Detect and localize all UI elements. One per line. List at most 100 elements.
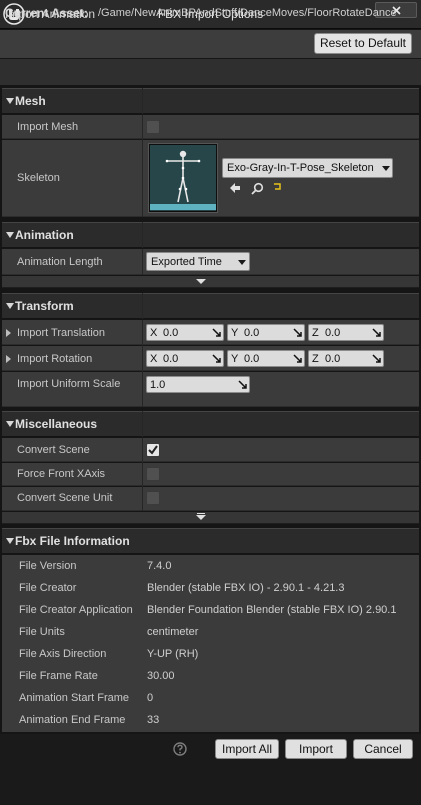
- fbx-info-row: File Creator Application Blender Foundat…: [2, 599, 419, 621]
- fbx-info-row: Animation Start Frame 0: [2, 687, 419, 709]
- drag-grip-icon: [372, 354, 381, 363]
- fbx-info-value: 33: [147, 714, 160, 726]
- expand-advanced-icon: [196, 279, 206, 284]
- import-mesh-row: Import Mesh: [2, 115, 419, 139]
- current-asset-row: [0, 59, 421, 85]
- fbx-info-label: File Units: [19, 626, 65, 638]
- category-miscellaneous-label: Miscellaneous: [15, 417, 98, 431]
- category-fbx-file-information-label: Fbx File Information: [15, 534, 130, 548]
- category-animation[interactable]: Animation: [2, 222, 419, 248]
- fbx-info-label: File Version: [19, 560, 77, 572]
- skeleton-row: Skeleton Exo-Gray-In-T-Pose_Skeleton: [2, 140, 419, 217]
- animation-length-value: Exported Time: [151, 256, 222, 268]
- column-divider[interactable]: [142, 320, 143, 407]
- fbx-info-value: Blender Foundation Blender (stable FBX I…: [147, 604, 397, 616]
- fbx-info-row: File Units centimeter: [2, 621, 419, 643]
- import-mesh-label: Import Mesh: [17, 121, 79, 133]
- category-fbx-file-information[interactable]: Fbx File Information: [2, 528, 419, 554]
- fbx-info-value: 30.00: [147, 670, 175, 682]
- collapse-arrow-icon: [6, 98, 14, 104]
- uniform-scale-field[interactable]: 1.0: [146, 376, 250, 393]
- import-translation-label: Import Translation: [17, 327, 106, 339]
- column-divider: [142, 222, 143, 248]
- fbx-info-value: 7.4.0: [147, 560, 172, 572]
- fbx-info-row: Animation End Frame 33: [2, 709, 419, 731]
- fbx-info-panel: File Version 7.4.0 File Creator Blender …: [2, 555, 419, 732]
- browse-search-icon[interactable]: [251, 182, 264, 195]
- help-icon[interactable]: [173, 742, 187, 756]
- category-animation-label: Animation: [15, 228, 74, 242]
- translation-x-field[interactable]: X 0.0: [146, 324, 224, 341]
- skeleton-label: Skeleton: [17, 172, 60, 184]
- fbx-info-label: Animation End Frame: [19, 714, 126, 726]
- expand-row-icon[interactable]: [6, 329, 11, 337]
- fbx-info-value: centimeter: [147, 626, 199, 638]
- reset-arrow-icon[interactable]: [273, 182, 282, 192]
- column-divider[interactable]: [142, 115, 143, 217]
- animation-length-row: Animation Length Exported Time: [2, 249, 419, 275]
- fbx-info-label: File Axis Direction: [19, 648, 107, 660]
- fbx-info-value: 0: [147, 692, 154, 704]
- drag-grip-icon: [238, 380, 247, 389]
- fbx-info-row: File Frame Rate 30.00: [2, 665, 419, 687]
- category-transform-label: Transform: [15, 299, 74, 313]
- import-mesh-checkbox[interactable]: [146, 120, 160, 134]
- rotation-x-field[interactable]: X 0.0: [146, 350, 224, 367]
- advanced-expander-miscellaneous[interactable]: [2, 512, 419, 524]
- convert-scene-unit-checkbox[interactable]: [146, 491, 160, 505]
- force-front-xaxis-label: Force Front XAxis: [17, 468, 106, 480]
- column-divider[interactable]: [142, 438, 143, 511]
- chevron-down-icon: [382, 166, 390, 171]
- expand-line-icon: [197, 513, 205, 514]
- collapse-arrow-icon: [6, 538, 14, 544]
- chevron-down-icon: [238, 260, 246, 265]
- rotation-y-field[interactable]: Y 0.0: [227, 350, 305, 367]
- fbx-info-label: File Creator: [19, 582, 77, 594]
- column-divider: [142, 411, 143, 437]
- force-front-xaxis-checkbox[interactable]: [146, 467, 160, 481]
- column-divider: [142, 88, 143, 114]
- import-translation-row: Import Translation X 0.0 Y 0.0 Z 0.0: [2, 320, 419, 345]
- animation-length-combo[interactable]: Exported Time: [146, 252, 250, 271]
- fbx-info-label: File Creator Application: [19, 604, 133, 616]
- translation-z-field[interactable]: Z 0.0: [308, 324, 384, 341]
- cancel-button[interactable]: Cancel: [353, 739, 413, 759]
- convert-scene-unit-row: Convert Scene Unit: [2, 487, 419, 511]
- column-divider: [142, 293, 143, 319]
- convert-scene-label: Convert Scene: [17, 444, 90, 456]
- checkmark-icon: [148, 445, 158, 455]
- convert-scene-checkbox[interactable]: [146, 443, 160, 457]
- category-mesh-label: Mesh: [15, 94, 46, 108]
- skeleton-thumbnail[interactable]: [148, 143, 218, 213]
- skeleton-combo[interactable]: Exo-Gray-In-T-Pose_Skeleton: [222, 158, 393, 178]
- fbx-info-value: Y-UP (RH): [147, 648, 199, 660]
- skeleton-combo-value: Exo-Gray-In-T-Pose_Skeleton: [227, 162, 374, 174]
- drag-grip-icon: [372, 328, 381, 337]
- fbx-info-row: File Axis Direction Y-UP (RH): [2, 643, 419, 665]
- column-divider[interactable]: [142, 249, 143, 275]
- import-uniform-scale-label: Import Uniform Scale: [17, 378, 121, 390]
- expand-row-icon[interactable]: [6, 355, 11, 363]
- translation-y-field[interactable]: Y 0.0: [227, 324, 305, 341]
- fbx-info-row: File Creator Blender (stable FBX IO) - 2…: [2, 577, 419, 599]
- category-miscellaneous[interactable]: Miscellaneous: [2, 411, 419, 437]
- use-selected-arrow-icon[interactable]: [229, 182, 241, 194]
- category-mesh[interactable]: Mesh: [2, 88, 419, 114]
- import-rotation-row: Import Rotation X 0.0 Y 0.0 Z 0.0: [2, 346, 419, 371]
- fbx-info-label: File Frame Rate: [19, 670, 98, 682]
- advanced-expander-animation[interactable]: [2, 276, 419, 288]
- force-front-xaxis-row: Force Front XAxis: [2, 463, 419, 486]
- import-rotation-label: Import Rotation: [17, 353, 93, 365]
- current-asset-label: Current Asset:: [5, 6, 88, 20]
- import-all-button[interactable]: Import All: [215, 739, 279, 759]
- drag-grip-icon: [293, 328, 302, 337]
- category-transform[interactable]: Transform: [2, 293, 419, 319]
- rotation-z-field[interactable]: Z 0.0: [308, 350, 384, 367]
- import-button[interactable]: Import: [285, 739, 347, 759]
- fbx-info-label: Animation Start Frame: [19, 692, 130, 704]
- expand-advanced-icon: [196, 515, 206, 520]
- collapse-arrow-icon: [6, 303, 14, 309]
- convert-scene-unit-label: Convert Scene Unit: [17, 492, 113, 504]
- drag-grip-icon: [212, 328, 221, 337]
- reset-to-default-button[interactable]: Reset to Default: [314, 33, 412, 54]
